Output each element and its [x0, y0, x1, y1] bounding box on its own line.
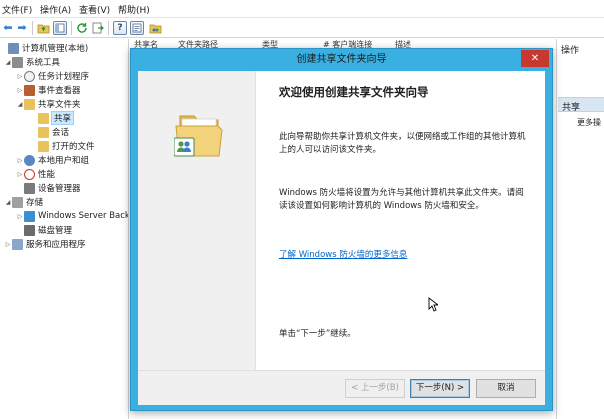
- computer-management-icon: [8, 42, 19, 54]
- tree-node-label: Windows Server Back: [38, 211, 129, 221]
- help-icon[interactable]: ?: [113, 21, 127, 35]
- shared-folder-icon: [173, 112, 226, 161]
- tree-node-open-files[interactable]: 打开的文件: [30, 139, 95, 153]
- menu-action[interactable]: 操作(A): [40, 3, 71, 16]
- wizard-title: 创建共享文件夹向导: [296, 54, 387, 65]
- tree-node-label: 存储: [26, 198, 44, 208]
- next-hint-text: 单击“下一步”继续。: [279, 329, 356, 339]
- tree-node-services-apps[interactable]: ▷ 服务和应用程序: [4, 237, 86, 251]
- welcome-title: 欢迎使用创建共享文件夹向导: [279, 85, 429, 99]
- shared-folder-icon: [24, 98, 35, 110]
- disk-icon: [24, 224, 35, 236]
- up-folder-icon[interactable]: [36, 21, 50, 35]
- tree-node-label: 系统工具: [26, 58, 61, 68]
- tree-node-sessions[interactable]: 会话: [30, 125, 69, 139]
- backup-icon: [24, 210, 35, 222]
- create-shared-folder-wizard: 创建共享文件夹向导 ✕ 欢迎使用创建共享文件夹向导 此向导帮助你共享计算机文件夹…: [130, 48, 553, 411]
- back-button[interactable]: < 上一步(B): [345, 379, 405, 398]
- toolbar-separator: [32, 21, 33, 35]
- tree-node-device-manager[interactable]: 设备管理器: [16, 181, 81, 195]
- collapse-arrow-icon[interactable]: ▷: [16, 87, 24, 94]
- properties-icon[interactable]: [130, 21, 144, 35]
- firewall-info-link[interactable]: 了解 Windows 防火墙的更多信息: [279, 248, 407, 260]
- toolbar-separator: [71, 21, 72, 35]
- tree-node-label: 打开的文件: [52, 142, 95, 152]
- tree-node-shared-folders[interactable]: ◢ 共享文件夹: [16, 97, 81, 111]
- menu-file[interactable]: 文件(F): [2, 3, 32, 16]
- actions-pane: 操作 共享 更多操: [556, 39, 604, 419]
- menu-view[interactable]: 查看(V): [79, 3, 110, 16]
- actions-section-shares[interactable]: 共享: [558, 97, 604, 112]
- tree-node-label: 磁盘管理: [38, 226, 73, 236]
- show-tree-icon[interactable]: [53, 21, 67, 35]
- tree-node-label: 服务和应用程序: [26, 240, 86, 250]
- collapse-arrow-icon[interactable]: ▷: [4, 241, 12, 248]
- toolbar-separator: [108, 21, 109, 35]
- sessions-folder-icon: [38, 126, 49, 138]
- tree-node-windows-server-backup[interactable]: ▷ Windows Server Back: [16, 209, 129, 223]
- services-icon: [12, 238, 23, 250]
- clock-icon: [24, 70, 35, 82]
- cancel-button[interactable]: 取消: [476, 379, 536, 398]
- storage-icon: [12, 196, 23, 208]
- tree-node-event-viewer[interactable]: ▷ 事件查看器: [16, 83, 81, 97]
- open-files-folder-icon: [38, 140, 49, 152]
- tree-node-disk-management[interactable]: 磁盘管理: [16, 223, 72, 237]
- device-manager-icon: [24, 182, 35, 194]
- mouse-cursor-icon: [428, 297, 440, 315]
- performance-icon: [24, 168, 35, 180]
- collapse-arrow-icon[interactable]: ▷: [16, 157, 24, 164]
- wizard-side-panel: [138, 71, 256, 370]
- back-arrow-icon[interactable]: ⬅: [1, 21, 15, 35]
- tree-node-label: 事件查看器: [38, 86, 81, 96]
- tree-node-label: 任务计划程序: [38, 72, 90, 82]
- collapse-arrow-icon[interactable]: ▷: [16, 73, 24, 80]
- intro-text: 此向导帮助你共享计算机文件夹，以便网络或工作组的其他计算机上的人可以访问该文件夹…: [279, 132, 526, 155]
- tree-node-label: 共享: [50, 111, 75, 125]
- toolbar: ⬅ ➡ ?: [0, 18, 604, 38]
- users-icon: [24, 154, 35, 166]
- tree-node-shares[interactable]: 共享: [30, 111, 75, 125]
- expand-arrow-icon[interactable]: ◢: [4, 59, 12, 66]
- refresh-icon[interactable]: [75, 21, 89, 35]
- system-tools-icon: [12, 56, 23, 68]
- collapse-arrow-icon[interactable]: ▷: [16, 171, 24, 178]
- event-viewer-icon: [24, 84, 35, 96]
- tree-node-label: 计算机管理(本地): [22, 44, 89, 54]
- close-button[interactable]: ✕: [521, 50, 549, 67]
- tree-node-label: 会话: [52, 128, 70, 138]
- menu-bar: 文件(F) 操作(A) 查看(V) 帮助(H): [0, 0, 604, 18]
- share-folder-icon: [38, 112, 49, 124]
- tree-node-label: 设备管理器: [38, 184, 81, 194]
- menu-help[interactable]: 帮助(H): [118, 3, 150, 16]
- tree-node-performance[interactable]: ▷ 性能: [16, 167, 55, 181]
- tree-node-label: 共享文件夹: [38, 100, 81, 110]
- tree-node-label: 性能: [38, 170, 56, 180]
- firewall-text: Windows 防火墙将设置为允许与其他计算机共享此文件夹。请阅读该设置如何影响…: [279, 188, 524, 211]
- expand-arrow-icon[interactable]: ◢: [4, 199, 12, 206]
- tree-node-task-scheduler[interactable]: ▷ 任务计划程序: [16, 69, 89, 83]
- tree-node-storage[interactable]: ◢ 存储: [4, 195, 43, 209]
- next-button[interactable]: 下一步(N) >: [410, 379, 470, 398]
- forward-arrow-icon[interactable]: ➡: [15, 21, 29, 35]
- tree-node-local-users[interactable]: ▷ 本地用户和组: [16, 153, 89, 167]
- actions-title: 操作: [561, 46, 580, 56]
- wizard-body: 欢迎使用创建共享文件夹向导 此向导帮助你共享计算机文件夹，以便网络或工作组的其他…: [138, 71, 545, 370]
- export-list-icon[interactable]: [91, 21, 105, 35]
- console-tree[interactable]: 计算机管理(本地) ◢ 系统工具 ▷ 任务计划程序 ▷ 事件查看器 ◢ 共享文件…: [0, 39, 129, 419]
- expand-arrow-icon[interactable]: ◢: [16, 101, 24, 108]
- wizard-footer: < 上一步(B) 下一步(N) > 取消: [138, 370, 545, 405]
- tree-node-system-tools[interactable]: ◢ 系统工具: [4, 55, 60, 69]
- share-folder-icon[interactable]: [148, 21, 162, 35]
- more-actions-link[interactable]: 更多操: [577, 117, 601, 128]
- collapse-arrow-icon[interactable]: ▷: [16, 213, 24, 220]
- tree-node-computer-management[interactable]: 计算机管理(本地): [0, 41, 88, 55]
- tree-node-label: 本地用户和组: [38, 156, 90, 166]
